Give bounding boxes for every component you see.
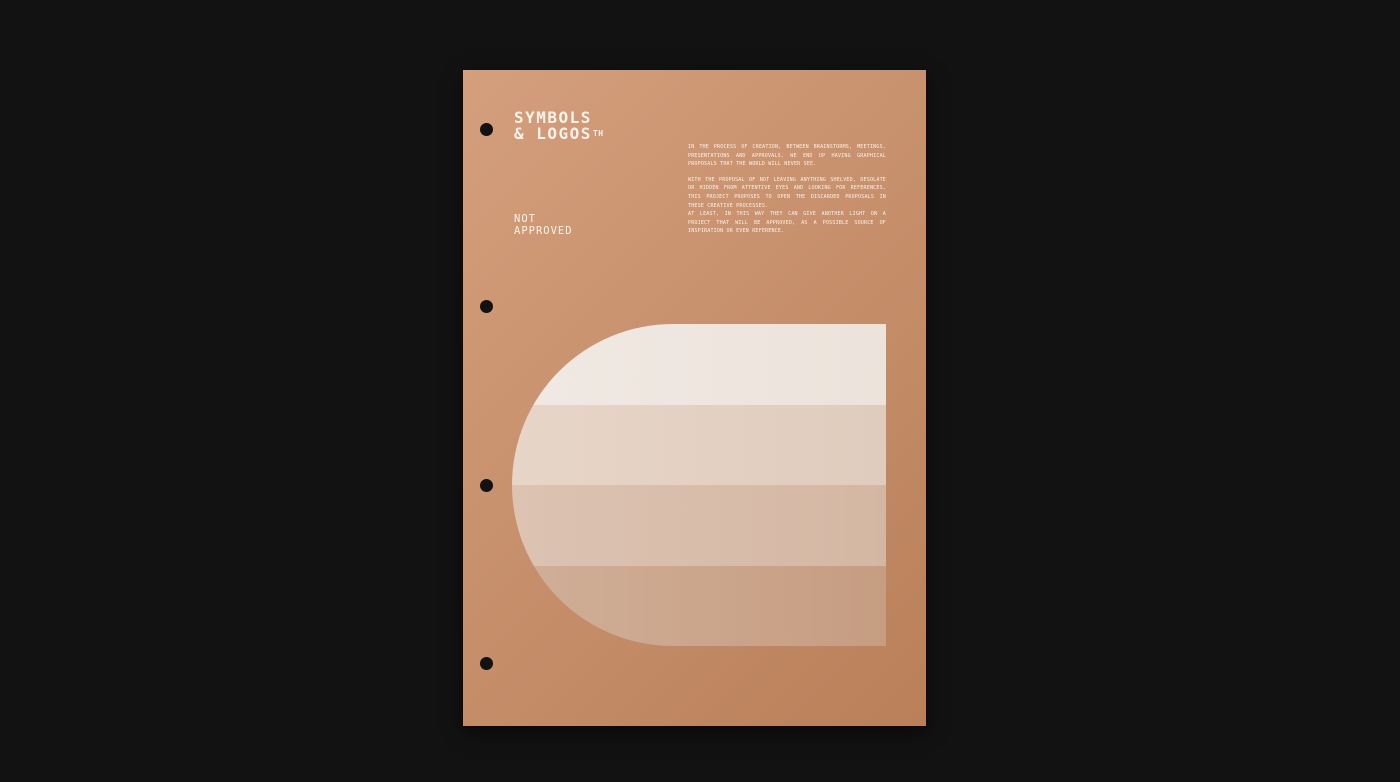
graphic-band <box>512 324 886 405</box>
status-label: NOT APPROVED <box>514 213 573 237</box>
poster-sheet: SYMBOLS & LOGOSTH NOT APPROVED IN THE PR… <box>463 70 926 726</box>
binder-hole <box>480 479 493 492</box>
trademark-mark: TH <box>592 129 604 138</box>
graphic-band <box>512 404 886 485</box>
body-copy: IN THE PROCESS OF CREATION, BETWEEN BRAI… <box>688 143 886 243</box>
body-paragraph-3: AT LEAST, IN THIS WAY THEY CAN GIVE ANOT… <box>688 211 886 235</box>
body-paragraph-2: WITH THE PROPOSAL OF NOT LEAVING ANYTHIN… <box>688 176 886 209</box>
backdrop: SYMBOLS & LOGOSTH NOT APPROVED IN THE PR… <box>0 0 1400 782</box>
graphic-band <box>512 485 886 566</box>
binder-hole <box>480 123 493 136</box>
striped-arch-graphic <box>512 324 886 646</box>
brand-title-text: & LOGOS <box>514 124 592 143</box>
brand-title: SYMBOLS & LOGOSTH <box>514 110 604 142</box>
status-label-line-1: NOT <box>514 213 536 225</box>
graphic-band <box>512 565 886 646</box>
binder-hole <box>480 300 493 313</box>
status-label-line-2: APPROVED <box>514 225 573 237</box>
brand-title-line-2: & LOGOSTH <box>514 126 604 142</box>
binder-hole <box>480 657 493 670</box>
body-paragraph-1: IN THE PROCESS OF CREATION, BETWEEN BRAI… <box>688 144 886 168</box>
